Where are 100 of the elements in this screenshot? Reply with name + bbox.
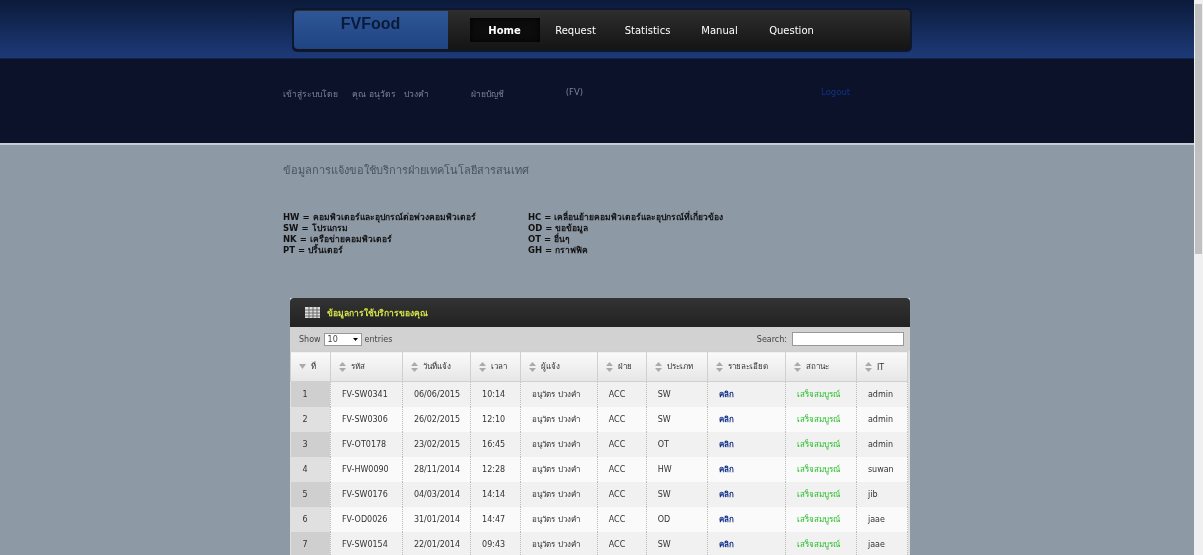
table-cell: OD <box>646 507 708 532</box>
table-cell: 06/06/2015 <box>402 381 471 407</box>
table-cell: FV-SW0176 <box>330 482 403 507</box>
column-header[interactable]: วันที่แจ้ง <box>402 351 471 382</box>
table-cell: อนุวัตร ปวงคำ <box>520 381 598 407</box>
table-cell: 28/11/2014 <box>402 457 471 482</box>
table-cell: FV-SW0341 <box>330 381 403 407</box>
detail-link[interactable]: คลิก <box>708 507 786 532</box>
table-cell: 5 <box>290 482 331 507</box>
legend-item: GH = กราฟฟิค <box>528 245 590 256</box>
nav-tab[interactable]: Question <box>755 18 828 42</box>
table-cell: ACC <box>597 507 647 532</box>
column-header[interactable]: ฝ่าย <box>597 351 647 382</box>
legend-item: OT = อื่นๆ <box>528 234 571 245</box>
table-cell: suwan <box>856 457 908 482</box>
table-cell: 12:28 <box>470 457 521 482</box>
login-label: เข้าสู่ระบบโดย <box>283 88 338 101</box>
legend-item: HW = คอมพิวเตอร์และอุปกรณ์ต่อพ่วงคอมพิวเตอร์ <box>283 212 477 223</box>
column-header[interactable]: IT <box>856 351 908 382</box>
show-label: Show <box>299 334 321 344</box>
table-cell: ACC <box>597 457 647 482</box>
nav-tab[interactable]: Statistics <box>611 18 684 42</box>
status-text: เสร็จสมบูรณ์ <box>785 507 857 532</box>
panel-title: ข้อมูลการใช้บริการของคุณ <box>327 306 428 320</box>
table-cell: SW <box>646 482 708 507</box>
table-cell: SW <box>646 407 708 432</box>
page-size-select[interactable]: 10 <box>323 332 362 346</box>
table-cell: ACC <box>597 482 647 507</box>
table-cell: jaae <box>856 532 908 555</box>
status-text: เสร็จสมบูรณ์ <box>785 457 857 482</box>
nav-tab[interactable]: Manual <box>683 18 756 42</box>
detail-link[interactable]: คลิก <box>708 482 786 507</box>
table-cell: อนุวัตร ปวงคำ <box>520 432 598 457</box>
table-cell: 04/03/2014 <box>402 482 471 507</box>
page-title: ข้อมูลการแจ้งขอใช้บริการฝ่ายเทคโนโลยีสารสนเทศ <box>283 163 530 179</box>
legend-item: OD = ขอข้อมูล <box>528 223 589 234</box>
table-cell: 1 <box>290 381 331 407</box>
table-cell: FV-SW0154 <box>330 532 403 555</box>
column-header[interactable]: สถานะ <box>785 351 857 382</box>
status-text: เสร็จสมบูรณ์ <box>785 482 857 507</box>
table-cell: อนุวัตร ปวงคำ <box>520 532 598 555</box>
search-field[interactable] <box>792 332 904 346</box>
company-code: (FV) <box>565 87 584 97</box>
table-cell: อนุวัตร ปวงคำ <box>520 482 598 507</box>
entries-label: entries <box>364 334 393 344</box>
table-cell: FV-SW0306 <box>330 407 403 432</box>
table-cell: ACC <box>597 432 647 457</box>
user-surname: ปวงคำ <box>403 88 429 101</box>
detail-link[interactable]: คลิก <box>708 532 786 555</box>
table-cell: 26/02/2015 <box>402 407 471 432</box>
status-text: เสร็จสมบูรณ์ <box>785 532 857 555</box>
table-icon <box>305 307 320 318</box>
table-cell: 7 <box>290 532 331 555</box>
search-label: Search: <box>756 334 787 344</box>
detail-link[interactable]: คลิก <box>708 432 786 457</box>
user-name: คุณ อนุวัตร <box>352 88 396 101</box>
table-cell: admin <box>856 381 908 407</box>
legend-item: NK = เครือข่ายคอมพิวเตอร์ <box>283 234 393 244</box>
table-cell: FV-OD0026 <box>330 507 403 532</box>
table-cell: 3 <box>290 432 331 457</box>
table-cell: admin <box>856 432 908 457</box>
column-header[interactable]: เวลา <box>470 351 521 382</box>
detail-link[interactable]: คลิก <box>708 457 786 482</box>
caret-icon <box>352 337 358 341</box>
table-cell: 16:45 <box>470 432 521 457</box>
legend-item: HC = เคลื่อนย้ายคอมพิวเตอร์และอุปกรณ์ที่เกี่ยวข้อง <box>528 212 725 223</box>
status-text: เสร็จสมบูรณ์ <box>785 407 857 432</box>
table-cell: 6 <box>290 507 331 532</box>
nav-tab[interactable]: Request <box>539 18 612 42</box>
scrollbar[interactable] <box>1194 0 1203 555</box>
table-cell: 2 <box>290 407 331 432</box>
table-cell: SW <box>646 381 708 407</box>
column-header[interactable]: รายละเอียด <box>708 351 786 382</box>
column-header[interactable]: รหัส <box>330 351 403 382</box>
legend-item: SW = โปรแกรม <box>283 223 348 234</box>
table-cell: 14:14 <box>470 482 521 507</box>
table-cell: 31/01/2014 <box>402 507 471 532</box>
table-cell: FV-OT0178 <box>330 432 403 457</box>
table-cell: jib <box>856 482 908 507</box>
table-cell: อนุวัตร ปวงคำ <box>520 507 598 532</box>
table-cell: jaae <box>856 507 908 532</box>
table-cell: 4 <box>290 457 331 482</box>
status-text: เสร็จสมบูรณ์ <box>785 432 857 457</box>
table-cell: SW <box>646 532 708 555</box>
column-header[interactable]: ผู้แจ้ง <box>520 351 598 382</box>
detail-link[interactable]: คลิก <box>708 381 786 407</box>
table-cell: อนุวัตร ปวงคำ <box>520 457 598 482</box>
table-cell: ACC <box>597 381 647 407</box>
column-header[interactable]: ที่ <box>290 351 331 382</box>
nav-tab[interactable]: Home <box>469 18 540 42</box>
table-cell: OT <box>646 432 708 457</box>
column-header[interactable]: ประเภท <box>646 351 708 382</box>
table-cell: อนุวัตร ปวงคำ <box>520 407 598 432</box>
table-cell: ACC <box>597 407 647 432</box>
table-cell: 22/01/2014 <box>402 532 471 555</box>
table-cell: HW <box>646 457 708 482</box>
table-cell: FV-HW0090 <box>330 457 403 482</box>
table-cell: 14:47 <box>470 507 521 532</box>
table-cell: 23/02/2015 <box>402 432 471 457</box>
detail-link[interactable]: คลิก <box>708 407 786 432</box>
